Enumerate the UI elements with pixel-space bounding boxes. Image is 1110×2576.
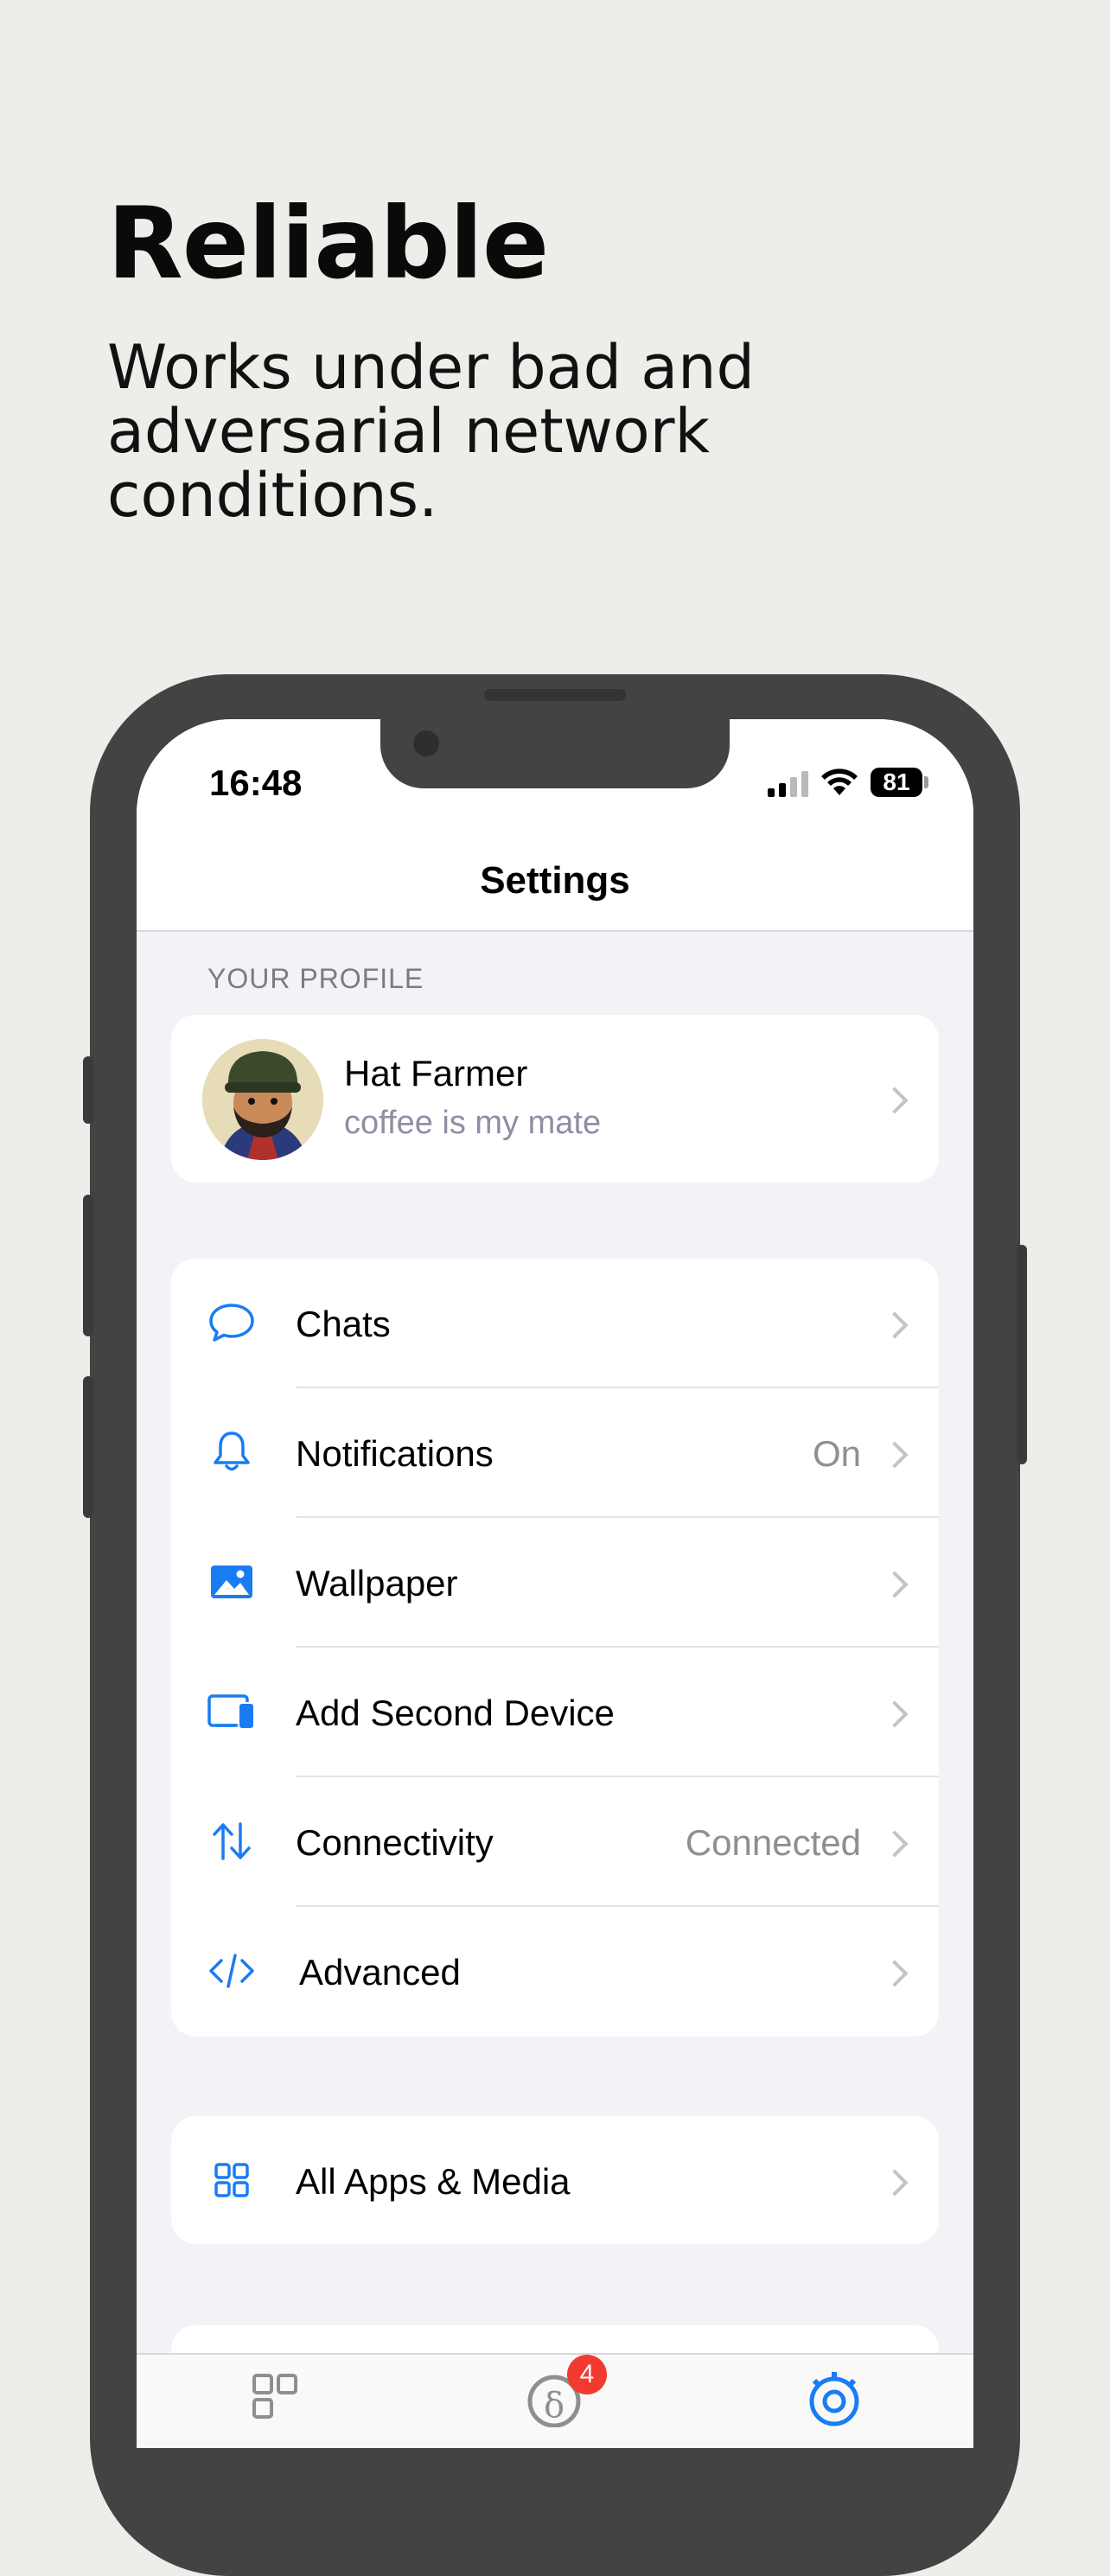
chevron-right-icon [881,2169,909,2197]
front-camera [413,730,439,756]
bell-icon [214,1431,250,1471]
tab-chats[interactable]: δ 4 [524,2355,607,2436]
chevron-right-icon [881,1311,909,1339]
grid-icon [214,2163,249,2197]
settings-item-label: All Apps & Media [296,2161,571,2202]
settings-item-add-second-device[interactable]: Add Second Device [171,1648,939,1777]
avatar [202,1039,323,1160]
chevron-right-icon [881,1571,909,1598]
settings-item-label: Advanced [299,1952,461,1993]
tab-bar: δ 4 [137,2353,973,2448]
mute-switch [83,1056,93,1124]
profile-name: Hat Farmer [344,1053,528,1094]
settings-list: Chats Notifications On Wallpaper Add Sec… [171,1259,939,2037]
image-icon [211,1565,252,1598]
settings-item-value: On [812,1433,861,1474]
status-time: 16:48 [209,762,303,803]
profile-status: coffee is my mate [344,1105,602,1141]
settings-item-value: Connected [685,1822,861,1863]
chevron-right-icon [881,1441,909,1469]
power-button [1017,1245,1027,1464]
settings-item-label: Wallpaper [296,1563,458,1604]
devices-icon [207,1694,255,1730]
settings-item-label: Notifications [296,1433,494,1474]
qr-code-icon[interactable] [249,2370,301,2422]
apps-card: All Apps & Media [171,2116,939,2244]
settings-item-label: Chats [296,1304,391,1344]
phone-screen: 16:48 81 Settings YOUR PROFILE Hat Farme… [137,719,973,2448]
arrows-updown-icon [213,1822,251,1860]
profile-card[interactable]: Hat Farmer coffee is my mate [171,1015,939,1183]
page-title: Settings [480,859,630,902]
settings-item-chats[interactable]: Chats [171,1259,939,1388]
settings-item-wallpaper[interactable]: Wallpaper [171,1518,939,1648]
settings-gear-icon[interactable] [804,2367,864,2427]
subheadline: Works under bad and adversarial network … [107,332,755,531]
navigation-bar: Settings [137,823,973,932]
settings-item-all-apps-media[interactable]: All Apps & Media [171,2116,939,2244]
settings-item-notifications[interactable]: Notifications On [171,1388,939,1518]
volume-down-button [83,1376,93,1518]
battery-icon: 81 [871,768,922,797]
volume-up-button [83,1195,93,1336]
chevron-right-icon [881,1830,909,1858]
signal-icon [768,768,808,797]
profile-section-header: YOUR PROFILE [207,963,424,994]
chevron-right-icon [881,1960,909,1987]
settings-item-label: Connectivity [296,1822,494,1863]
settings-item-advanced[interactable]: Advanced [171,1907,939,2037]
speaker-grille [484,689,626,701]
headline: Reliable [107,186,549,301]
unread-badge: 4 [567,2355,607,2394]
chevron-right-icon [881,1087,909,1114]
chat-bubble-icon [209,1304,254,1342]
wifi-icon [821,768,858,795]
status-icons: 81 [768,768,928,797]
code-icon [209,1954,254,1988]
settings-item-connectivity[interactable]: Connectivity Connected [171,1777,939,1907]
chevron-right-icon [881,1700,909,1728]
svg-text:δ: δ [544,2386,565,2426]
settings-item-label: Add Second Device [296,1693,615,1733]
battery-cap [924,776,928,788]
